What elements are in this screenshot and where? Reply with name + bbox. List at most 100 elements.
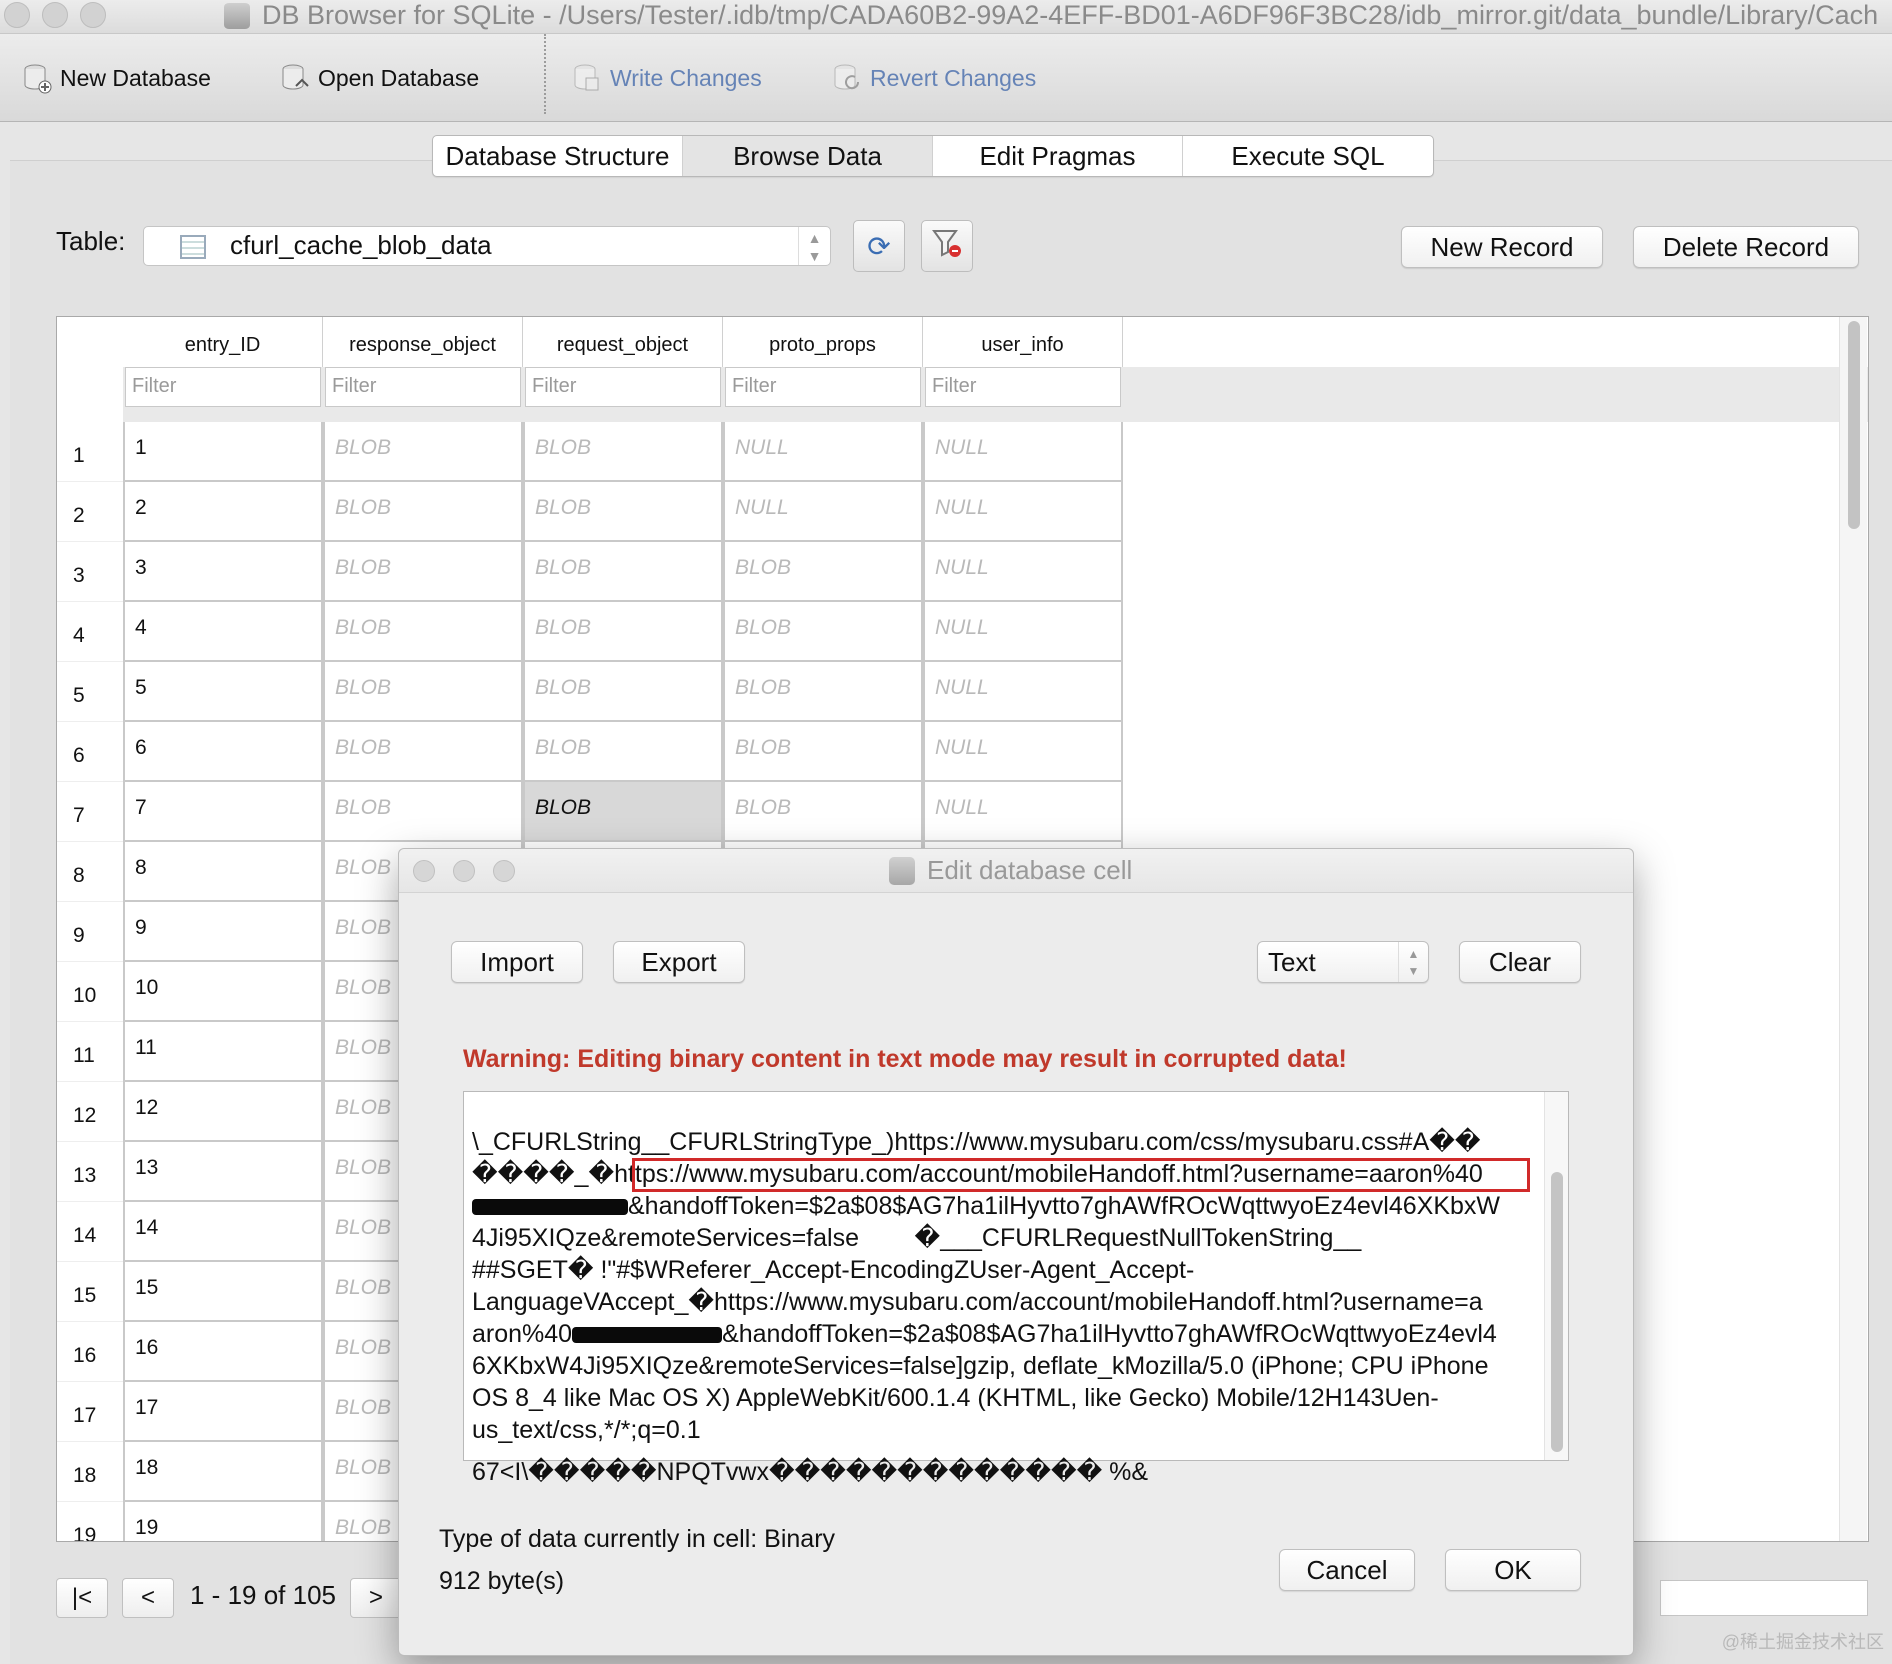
cell-user-info[interactable]: NULL — [923, 482, 1123, 542]
cell-request-object[interactable]: BLOB — [523, 422, 723, 482]
next-page-button[interactable]: > — [350, 1578, 402, 1618]
table-row[interactable]: 5 5 BLOB BLOB BLOB NULL — [57, 662, 1123, 722]
table-row[interactable]: 4 4 BLOB BLOB BLOB NULL — [57, 602, 1123, 662]
cell-entry-id[interactable]: 5 — [123, 662, 323, 722]
cell-request-object[interactable]: BLOB — [523, 782, 723, 842]
cell-entry-id[interactable]: 6 — [123, 722, 323, 782]
column-header-proto-props[interactable]: proto_props — [723, 317, 923, 367]
cell-editor[interactable]: \_CFURLString__CFURLStringType_)https://… — [463, 1091, 1569, 1486]
row-number[interactable]: 7 — [57, 782, 123, 842]
window-close-button[interactable] — [4, 2, 30, 28]
cell-entry-id[interactable]: 18 — [123, 1442, 323, 1502]
window-minimize-button[interactable] — [42, 2, 68, 28]
cell-entry-id[interactable]: 17 — [123, 1382, 323, 1442]
export-button[interactable]: Export — [613, 941, 745, 983]
cell-user-info[interactable]: NULL — [923, 722, 1123, 782]
row-number[interactable]: 15 — [57, 1262, 123, 1322]
cell-request-object[interactable]: BLOB — [523, 482, 723, 542]
column-header-request-object[interactable]: request_object — [523, 317, 723, 367]
row-number[interactable]: 13 — [57, 1142, 123, 1202]
table-row[interactable]: 3 3 BLOB BLOB BLOB NULL — [57, 542, 1123, 602]
cell-editor-text[interactable]: \_CFURLString__CFURLStringType_)https://… — [472, 1094, 1542, 1486]
editor-scroll-thumb[interactable] — [1551, 1172, 1563, 1452]
cell-request-object[interactable]: BLOB — [523, 662, 723, 722]
row-number[interactable]: 8 — [57, 842, 123, 902]
cell-response-object[interactable]: BLOB — [323, 482, 523, 542]
cell-proto-props[interactable]: BLOB — [723, 602, 923, 662]
goto-input[interactable] — [1660, 1580, 1868, 1616]
row-number[interactable]: 3 — [57, 542, 123, 602]
first-page-button[interactable]: |< — [56, 1578, 108, 1618]
dialog-close-button[interactable] — [413, 860, 435, 882]
cell-response-object[interactable]: BLOB — [323, 662, 523, 722]
cell-proto-props[interactable]: NULL — [723, 422, 923, 482]
filter-input-user-info[interactable]: Filter — [925, 367, 1121, 407]
cell-response-object[interactable]: BLOB — [323, 722, 523, 782]
table-row[interactable]: 6 6 BLOB BLOB BLOB NULL — [57, 722, 1123, 782]
dialog-minimize-button[interactable] — [453, 860, 475, 882]
cell-entry-id[interactable]: 10 — [123, 962, 323, 1022]
cell-entry-id[interactable]: 7 — [123, 782, 323, 842]
cell-user-info[interactable]: NULL — [923, 422, 1123, 482]
filter-input-entry-id[interactable]: Filter — [125, 367, 321, 407]
clear-button[interactable]: Clear — [1459, 941, 1581, 983]
grid-scroll-thumb[interactable] — [1848, 321, 1860, 529]
row-number[interactable]: 10 — [57, 962, 123, 1022]
tab-edit-pragmas[interactable]: Edit Pragmas — [933, 136, 1183, 176]
tab-database-structure[interactable]: Database Structure — [433, 136, 683, 176]
cell-user-info[interactable]: NULL — [923, 542, 1123, 602]
row-number[interactable]: 14 — [57, 1202, 123, 1262]
cell-response-object[interactable]: BLOB — [323, 602, 523, 662]
delete-record-button[interactable]: Delete Record — [1633, 226, 1859, 268]
row-number[interactable]: 6 — [57, 722, 123, 782]
grid-vertical-scrollbar[interactable] — [1839, 317, 1867, 1541]
row-number[interactable]: 17 — [57, 1382, 123, 1442]
row-number[interactable]: 1 — [57, 422, 123, 482]
cell-proto-props[interactable]: BLOB — [723, 782, 923, 842]
column-header-entry-id[interactable]: entry_ID — [123, 317, 323, 367]
cell-proto-props[interactable]: BLOB — [723, 542, 923, 602]
cancel-button[interactable]: Cancel — [1279, 1549, 1415, 1591]
cell-entry-id[interactable]: 15 — [123, 1262, 323, 1322]
cell-entry-id[interactable]: 2 — [123, 482, 323, 542]
ok-button[interactable]: OK — [1445, 1549, 1581, 1591]
cell-entry-id[interactable]: 9 — [123, 902, 323, 962]
row-number[interactable]: 19 — [57, 1502, 123, 1541]
cell-proto-props[interactable]: NULL — [723, 482, 923, 542]
row-number[interactable]: 16 — [57, 1322, 123, 1382]
table-select[interactable]: cfurl_cache_blob_data ▲ ▼ — [143, 226, 831, 266]
window-zoom-button[interactable] — [80, 2, 106, 28]
open-database-button[interactable]: Open Database — [280, 62, 479, 94]
write-changes-button[interactable]: Write Changes — [572, 62, 762, 94]
previous-page-button[interactable]: < — [122, 1578, 174, 1618]
import-button[interactable]: Import — [451, 941, 583, 983]
cell-user-info[interactable]: NULL — [923, 782, 1123, 842]
column-header-response-object[interactable]: response_object — [323, 317, 523, 367]
tab-browse-data[interactable]: Browse Data — [683, 136, 933, 176]
cell-request-object[interactable]: BLOB — [523, 602, 723, 662]
cell-entry-id[interactable]: 11 — [123, 1022, 323, 1082]
row-number[interactable]: 11 — [57, 1022, 123, 1082]
new-record-button[interactable]: New Record — [1401, 226, 1603, 268]
filter-input-response-object[interactable]: Filter — [325, 367, 521, 407]
cell-response-object[interactable]: BLOB — [323, 542, 523, 602]
cell-response-object[interactable]: BLOB — [323, 422, 523, 482]
cell-response-object[interactable]: BLOB — [323, 782, 523, 842]
cell-entry-id[interactable]: 3 — [123, 542, 323, 602]
mode-select[interactable]: Text ▲ ▼ — [1257, 941, 1429, 983]
row-number[interactable]: 12 — [57, 1082, 123, 1142]
row-number[interactable]: 4 — [57, 602, 123, 662]
cell-entry-id[interactable]: 4 — [123, 602, 323, 662]
row-number[interactable]: 5 — [57, 662, 123, 722]
new-database-button[interactable]: New Database — [22, 62, 211, 94]
table-row[interactable]: 2 2 BLOB BLOB NULL NULL — [57, 482, 1123, 542]
clear-filters-button[interactable] — [921, 220, 973, 272]
dialog-zoom-button[interactable] — [493, 860, 515, 882]
row-number[interactable]: 18 — [57, 1442, 123, 1502]
cell-entry-id[interactable]: 14 — [123, 1202, 323, 1262]
cell-entry-id[interactable]: 16 — [123, 1322, 323, 1382]
column-header-user-info[interactable]: user_info — [923, 317, 1123, 367]
cell-entry-id[interactable]: 1 — [123, 422, 323, 482]
editor-scrollbar[interactable] — [1544, 1092, 1568, 1460]
cell-proto-props[interactable]: BLOB — [723, 722, 923, 782]
